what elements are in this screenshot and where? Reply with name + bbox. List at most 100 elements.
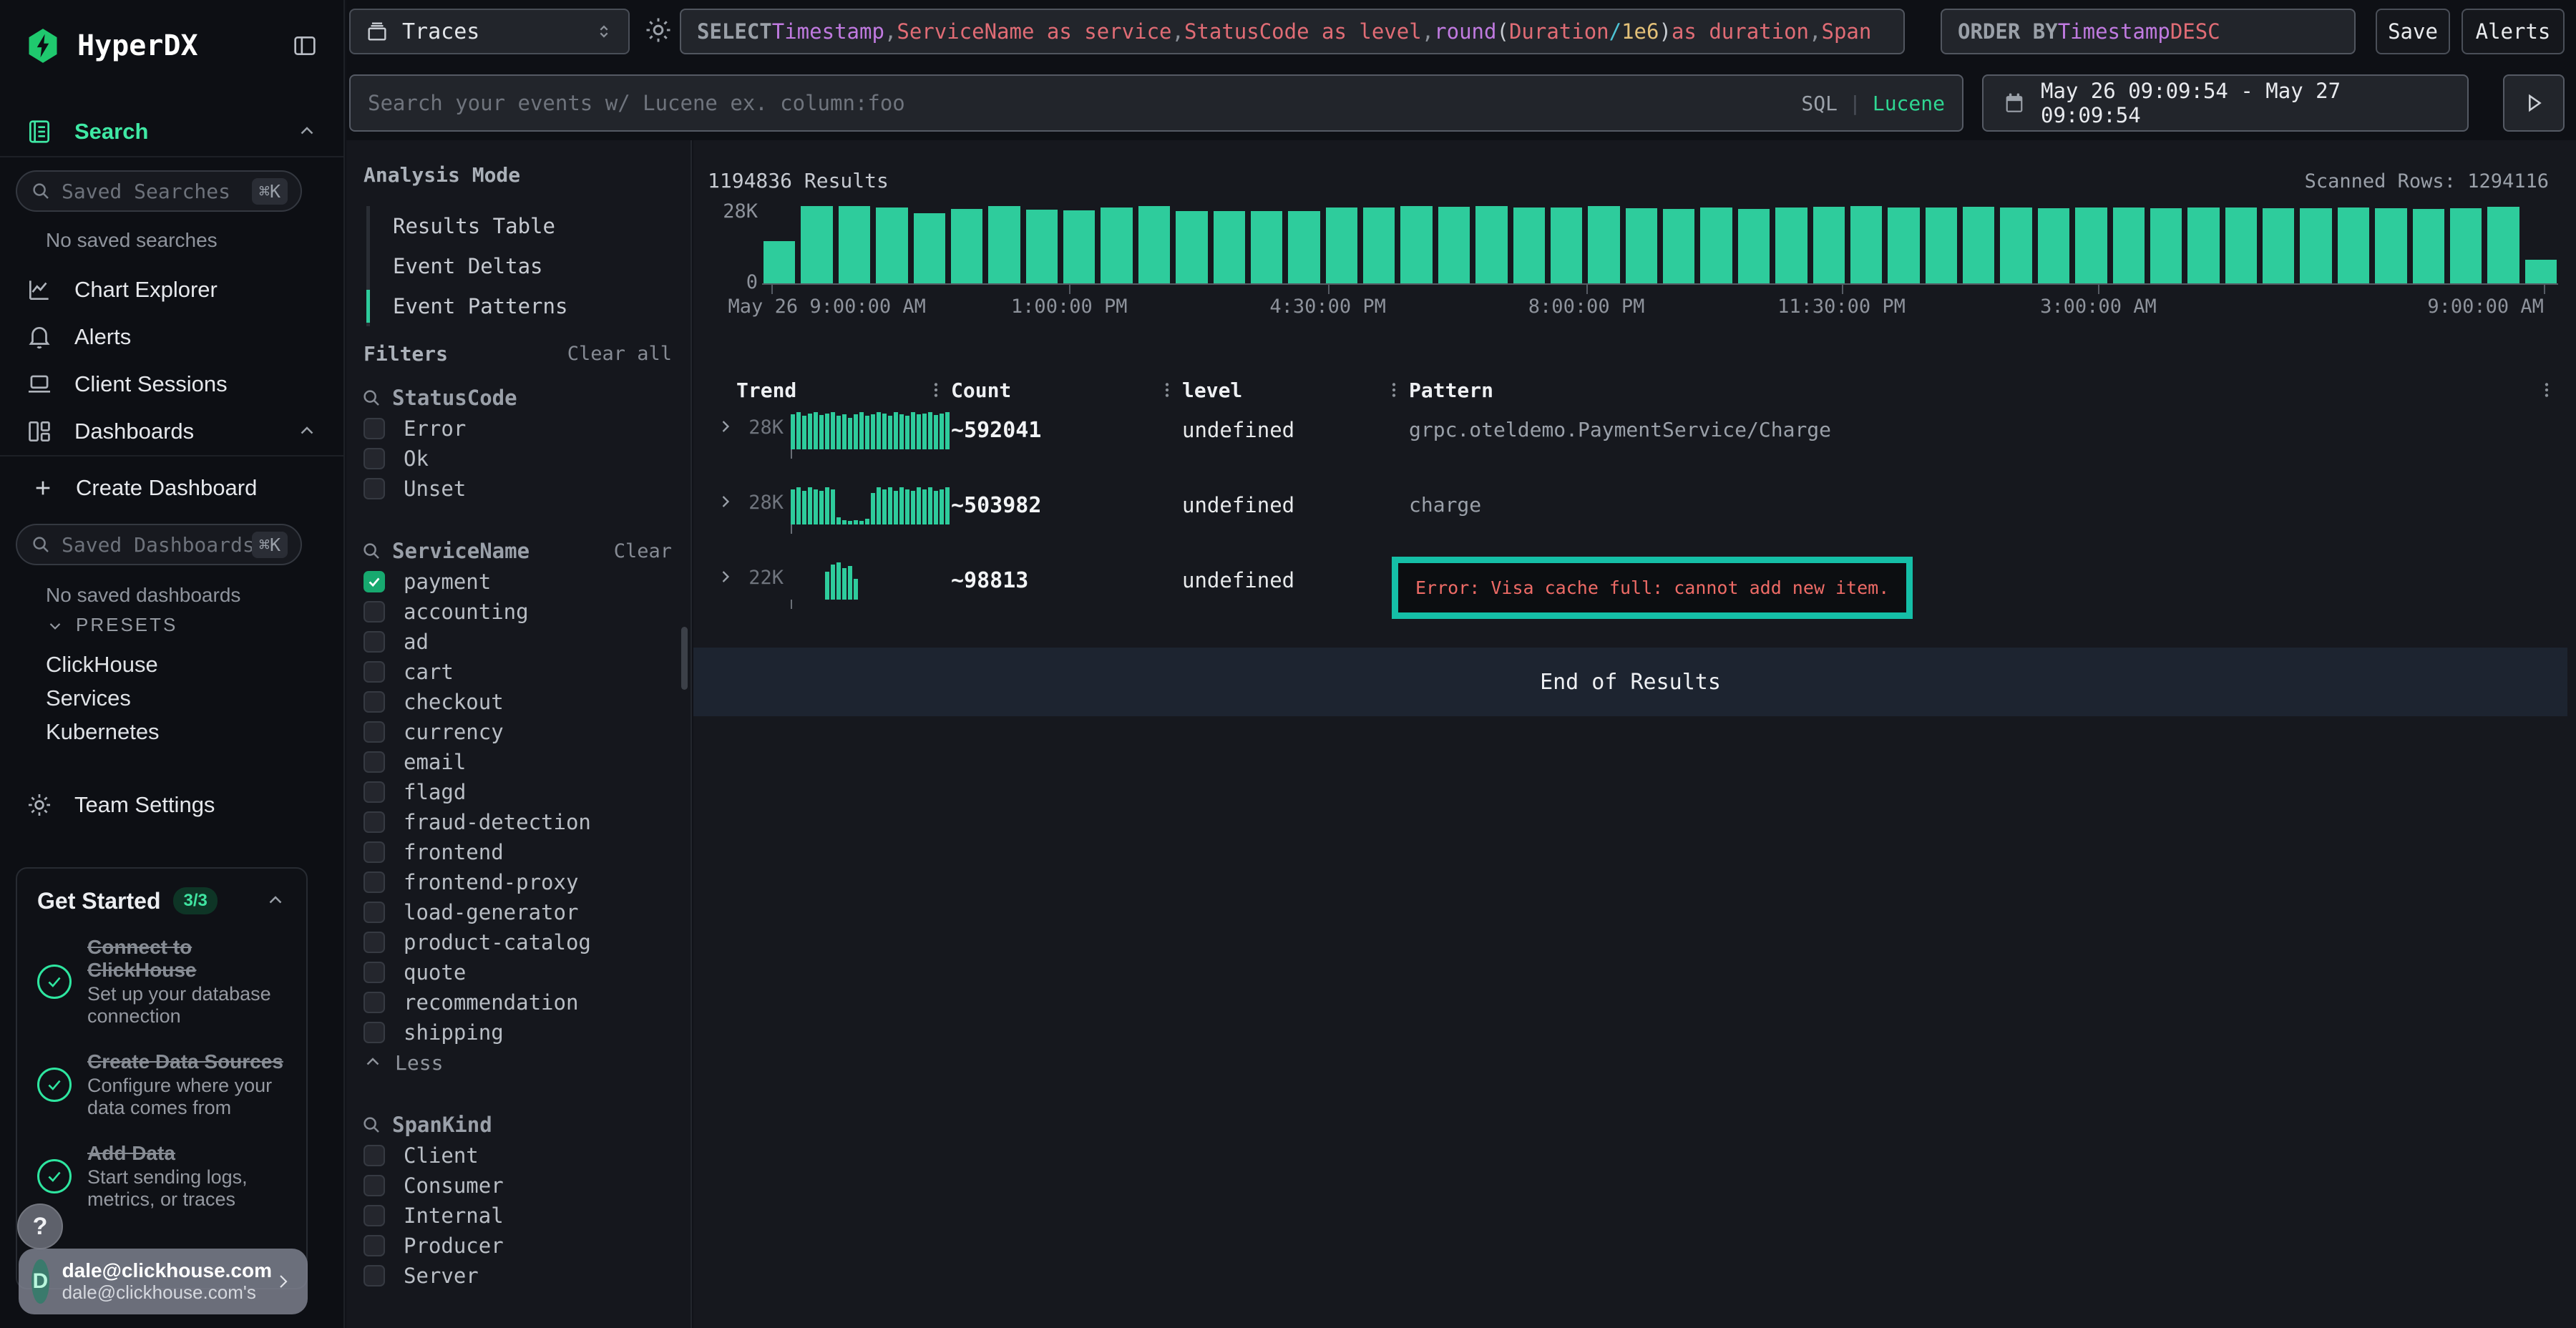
preset-clickhouse[interactable]: ClickHouse — [46, 648, 160, 681]
expand-row-icon[interactable] — [716, 492, 736, 512]
sidebar-item-team-settings[interactable]: Team Settings — [0, 781, 343, 829]
checkbox[interactable] — [364, 418, 385, 439]
sidebar-item-chart-explorer[interactable]: Chart Explorer — [0, 266, 343, 313]
checkbox[interactable] — [364, 448, 385, 469]
checkbox[interactable] — [364, 962, 385, 983]
sidebar-item-dashboards[interactable]: Dashboards — [0, 408, 343, 455]
checkbox[interactable] — [364, 1205, 385, 1226]
analysis-mode-event-patterns[interactable]: Event Patterns — [370, 286, 567, 326]
highlighted-error-pattern[interactable]: Error: Visa cache full: cannot add new i… — [1392, 557, 1913, 619]
show-less-button[interactable]: Less — [346, 1048, 691, 1078]
event-search-input[interactable]: SQL | Lucene — [349, 74, 1963, 132]
get-started-item[interactable]: Create Data SourcesConfigure where your … — [37, 1050, 286, 1119]
checkbox[interactable] — [364, 1022, 385, 1043]
get-started-item[interactable]: Add DataStart sending logs, metrics, or … — [37, 1142, 286, 1211]
filter-option-frontend[interactable]: frontend — [346, 837, 691, 867]
checkbox[interactable] — [364, 661, 385, 683]
expand-row-icon[interactable] — [716, 416, 736, 436]
analysis-mode-event-deltas[interactable]: Event Deltas — [370, 246, 567, 286]
saved-searches-field[interactable] — [62, 180, 252, 203]
filter-option-payment[interactable]: payment — [346, 567, 691, 597]
filter-option-accounting[interactable]: accounting — [346, 597, 691, 627]
checkbox[interactable] — [364, 992, 385, 1013]
order-by-editor[interactable]: ORDER BY Timestamp DESC — [1941, 9, 2356, 54]
sql-select-editor[interactable]: SELECT Timestamp, ServiceName as service… — [680, 9, 1905, 54]
alerts-button[interactable]: Alerts — [2462, 9, 2565, 54]
results-histogram[interactable]: 28K 0 May 26 9:00:00 AM1:00:00 PM4:30:00… — [706, 205, 2558, 318]
column-header-pattern[interactable]: Pattern — [1409, 379, 2562, 402]
column-menu-icon[interactable] — [2537, 381, 2556, 399]
pattern-row[interactable]: 28K~592041undefinedgrpc.oteldemo.Payment… — [706, 406, 2562, 482]
column-menu-icon[interactable] — [1385, 381, 1403, 399]
filter-option-product-catalog[interactable]: product-catalog — [346, 927, 691, 957]
checkbox[interactable] — [364, 601, 385, 622]
filter-option-fraud-detection[interactable]: fraud-detection — [346, 807, 691, 837]
presets-toggle[interactable]: PRESETS — [46, 614, 177, 636]
analysis-mode-results-table[interactable]: Results Table — [370, 206, 567, 246]
scrollbar-thumb[interactable] — [681, 627, 688, 690]
saved-dashboards-input[interactable]: ⌘K — [16, 524, 302, 565]
checkbox[interactable] — [364, 478, 385, 499]
get-started-item[interactable]: Connect to ClickHouseSet up your databas… — [37, 936, 286, 1027]
lucene-toggle[interactable]: Lucene — [1873, 92, 1945, 115]
sidebar-item-search[interactable]: Search — [0, 107, 343, 157]
checkbox[interactable] — [364, 721, 385, 743]
run-query-button[interactable] — [2503, 74, 2565, 132]
save-button[interactable]: Save — [2376, 9, 2450, 54]
checkbox[interactable] — [364, 691, 385, 713]
create-dashboard-button[interactable]: Create Dashboard — [0, 465, 343, 511]
filter-option-consumer[interactable]: Consumer — [346, 1171, 691, 1201]
filter-option-checkout[interactable]: checkout — [346, 687, 691, 717]
checkbox[interactable] — [364, 751, 385, 773]
column-header-trend[interactable]: Trend — [706, 379, 951, 402]
filter-option-internal[interactable]: Internal — [346, 1201, 691, 1231]
checkbox[interactable] — [364, 631, 385, 653]
user-menu[interactable]: D dale@clickhouse.com dale@clickhouse.co… — [19, 1249, 308, 1314]
checkbox[interactable] — [364, 902, 385, 923]
column-header-level[interactable]: level — [1182, 379, 1409, 402]
checkbox[interactable] — [364, 811, 385, 833]
chevron-up-icon[interactable] — [265, 890, 286, 912]
chevron-up-icon[interactable] — [296, 421, 318, 442]
checkbox[interactable] — [364, 781, 385, 803]
checkbox-checked[interactable] — [364, 571, 385, 592]
preset-services[interactable]: Services — [46, 681, 160, 715]
checkbox[interactable] — [364, 1145, 385, 1166]
checkbox[interactable] — [364, 932, 385, 953]
column-menu-icon[interactable] — [927, 381, 945, 399]
expand-row-icon[interactable] — [716, 567, 736, 587]
source-select[interactable]: Traces — [349, 9, 630, 54]
filter-option-frontend-proxy[interactable]: frontend-proxy — [346, 867, 691, 897]
sidebar-item-alerts[interactable]: Alerts — [0, 313, 343, 361]
preset-kubernetes[interactable]: Kubernetes — [46, 715, 160, 748]
filter-option-producer[interactable]: Producer — [346, 1231, 691, 1261]
event-search-field[interactable] — [368, 91, 1801, 115]
filter-option-ad[interactable]: ad — [346, 627, 691, 657]
sidebar-item-client-sessions[interactable]: Client Sessions — [0, 361, 343, 408]
filter-option-error[interactable]: Error — [346, 414, 691, 444]
source-settings-gear-icon[interactable] — [643, 14, 674, 46]
language-toggle[interactable]: SQL | Lucene — [1801, 92, 1945, 115]
search-icon[interactable] — [361, 540, 382, 562]
filter-option-currency[interactable]: currency — [346, 717, 691, 747]
filter-option-load-generator[interactable]: load-generator — [346, 897, 691, 927]
search-icon[interactable] — [361, 387, 382, 409]
chevron-up-icon[interactable] — [296, 121, 318, 142]
pattern-row[interactable]: 28K~503982undefinedcharge — [706, 482, 2562, 557]
filter-option-recommendation[interactable]: recommendation — [346, 987, 691, 1017]
date-range-picker[interactable]: May 26 09:09:54 - May 27 09:09:54 — [1982, 74, 2469, 132]
histogram-bars[interactable] — [762, 205, 2558, 283]
filter-option-quote[interactable]: quote — [346, 957, 691, 987]
column-header-count[interactable]: Count — [951, 379, 1182, 402]
filter-option-shipping[interactable]: shipping — [346, 1017, 691, 1048]
filter-clear-button[interactable]: Clear — [614, 540, 672, 562]
pattern-row[interactable]: 22K~98813undefinedError: Visa cache full… — [706, 557, 2562, 632]
help-button[interactable]: ? — [17, 1204, 63, 1249]
column-menu-icon[interactable] — [1158, 381, 1176, 399]
filter-option-client[interactable]: Client — [346, 1141, 691, 1171]
saved-dashboards-field[interactable] — [62, 533, 252, 557]
sql-toggle[interactable]: SQL — [1801, 92, 1838, 115]
checkbox[interactable] — [364, 872, 385, 893]
clear-all-button[interactable]: Clear all — [567, 343, 672, 365]
checkbox[interactable] — [364, 841, 385, 863]
